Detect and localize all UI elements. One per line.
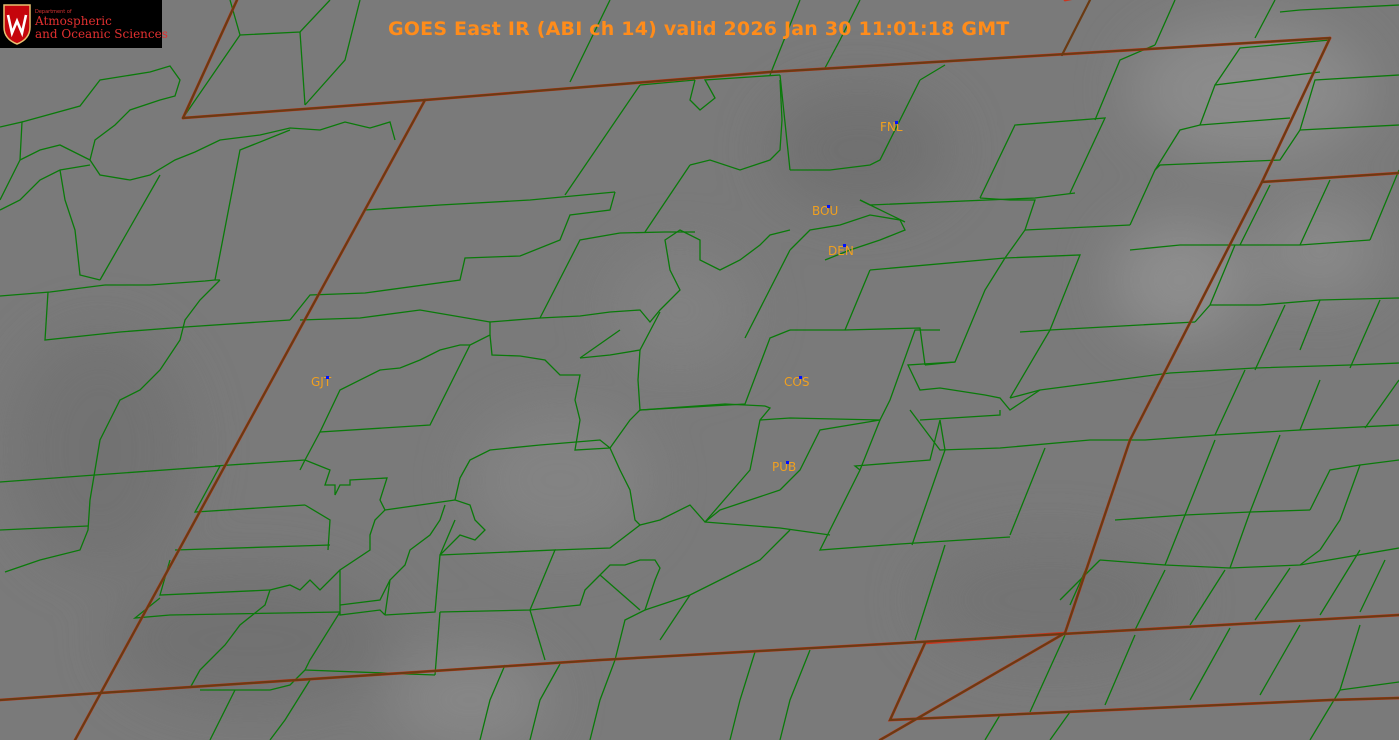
station-label: BOU xyxy=(812,204,839,218)
station-marker-icon xyxy=(786,461,789,464)
station-marker-icon xyxy=(326,376,329,379)
station-bou: BOU xyxy=(812,204,838,218)
station-marker-icon xyxy=(827,205,830,208)
station-gjt: GJT xyxy=(311,375,331,389)
uw-crest-icon xyxy=(3,4,31,45)
station-label: FNL xyxy=(880,120,903,134)
station-pub: PUB xyxy=(772,460,796,474)
station-marker-icon xyxy=(895,121,898,124)
image-title: GOES East IR (ABI ch 14) valid 2026 Jan … xyxy=(388,18,1010,40)
station-fnl: FNL xyxy=(880,120,903,134)
uw-aos-logo: Department of Atmospheric and Oceanic Sc… xyxy=(0,0,168,48)
logo-line-2: and Oceanic Sciences xyxy=(35,27,168,41)
station-label: COS xyxy=(784,375,810,389)
ir-texture xyxy=(10,20,1380,740)
satellite-map xyxy=(0,0,1399,740)
logo-line-1: Atmospheric xyxy=(35,14,112,28)
station-marker-icon xyxy=(799,376,802,379)
station-den: DEN xyxy=(828,244,854,258)
station-label: DEN xyxy=(828,244,854,258)
station-label: PUB xyxy=(772,460,797,474)
station-cos: COS xyxy=(784,375,809,389)
station-marker-icon xyxy=(843,244,846,247)
